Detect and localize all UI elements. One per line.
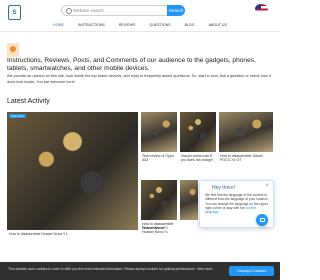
chat-icon[interactable] xyxy=(256,214,268,226)
search-input[interactable]: Website search xyxy=(61,5,183,16)
activity-card[interactable]: How to disassemble Xiaomi POCO X4 GT xyxy=(219,112,273,176)
activity-card[interactable] xyxy=(180,180,198,242)
nav-item-questions[interactable]: QUESTIONS xyxy=(149,21,170,30)
card-image xyxy=(141,180,177,220)
card-caption: Tech review of Oppo A52 xyxy=(142,154,174,163)
card-image xyxy=(141,112,177,152)
card-caption: Xiaomi redmi note 8 pro does not charge! xyxy=(181,154,214,163)
nav-item-instructions[interactable]: INSTRUCTIONS xyxy=(78,21,105,30)
popup-text: We find that the language of the content… xyxy=(205,193,269,215)
card-caption: Tech review of Huawei Nova Y1 xyxy=(142,226,169,235)
page-heading: Instructions, Reviews, Posts, and Commen… xyxy=(7,57,256,72)
card-caption: How to disassemble Xiaomi POCO X4 GT xyxy=(220,154,263,163)
accept-cookies-button[interactable]: I Accept Cookies xyxy=(229,266,274,276)
card-image xyxy=(7,112,138,230)
activity-card[interactable]: Instruction How to disassemble Huawei No… xyxy=(7,112,138,240)
intro-text: We provide an opinion on this site, look… xyxy=(7,74,271,84)
latest-activity-title: Latest Activity xyxy=(7,98,50,105)
card-tag: Instruction xyxy=(9,114,26,118)
nav-item-reviews[interactable]: REVIEWS xyxy=(119,21,136,30)
activity-card-caption-block: Tech review of Huawei Nova Y1 xyxy=(141,224,177,242)
card-caption: How to disassemble Huawei Nova Y1 xyxy=(9,232,68,236)
search-placeholder: Website search xyxy=(73,8,104,13)
activity-card[interactable]: Tech review of Oppo A52 xyxy=(141,112,177,176)
cookie-bar: This website uses cookies in order to of… xyxy=(0,262,280,280)
site-logo[interactable]: S xyxy=(8,5,21,20)
search-button[interactable]: Search xyxy=(167,5,185,16)
main-nav: HOME INSTRUCTIONS REVIEWS QUESTIONS BLOG… xyxy=(0,21,280,30)
close-icon[interactable]: × xyxy=(265,183,269,190)
nav-divider xyxy=(0,31,280,32)
search-icon xyxy=(66,8,72,14)
card-image xyxy=(180,180,198,220)
nav-item-about-us[interactable]: ABOUT US xyxy=(209,21,227,30)
nav-item-blog[interactable]: BLOG xyxy=(185,21,195,30)
us-flag-icon[interactable] xyxy=(255,4,268,13)
card-image xyxy=(219,112,273,152)
cookie-text: This website uses cookies in order to of… xyxy=(8,267,213,271)
popup-title: Hey there! xyxy=(212,185,236,191)
card-image xyxy=(180,112,216,152)
activity-badge-icon xyxy=(7,43,19,57)
activity-card[interactable]: Xiaomi redmi note 8 pro does not charge! xyxy=(180,112,216,176)
nav-item-home[interactable]: HOME xyxy=(53,21,64,30)
